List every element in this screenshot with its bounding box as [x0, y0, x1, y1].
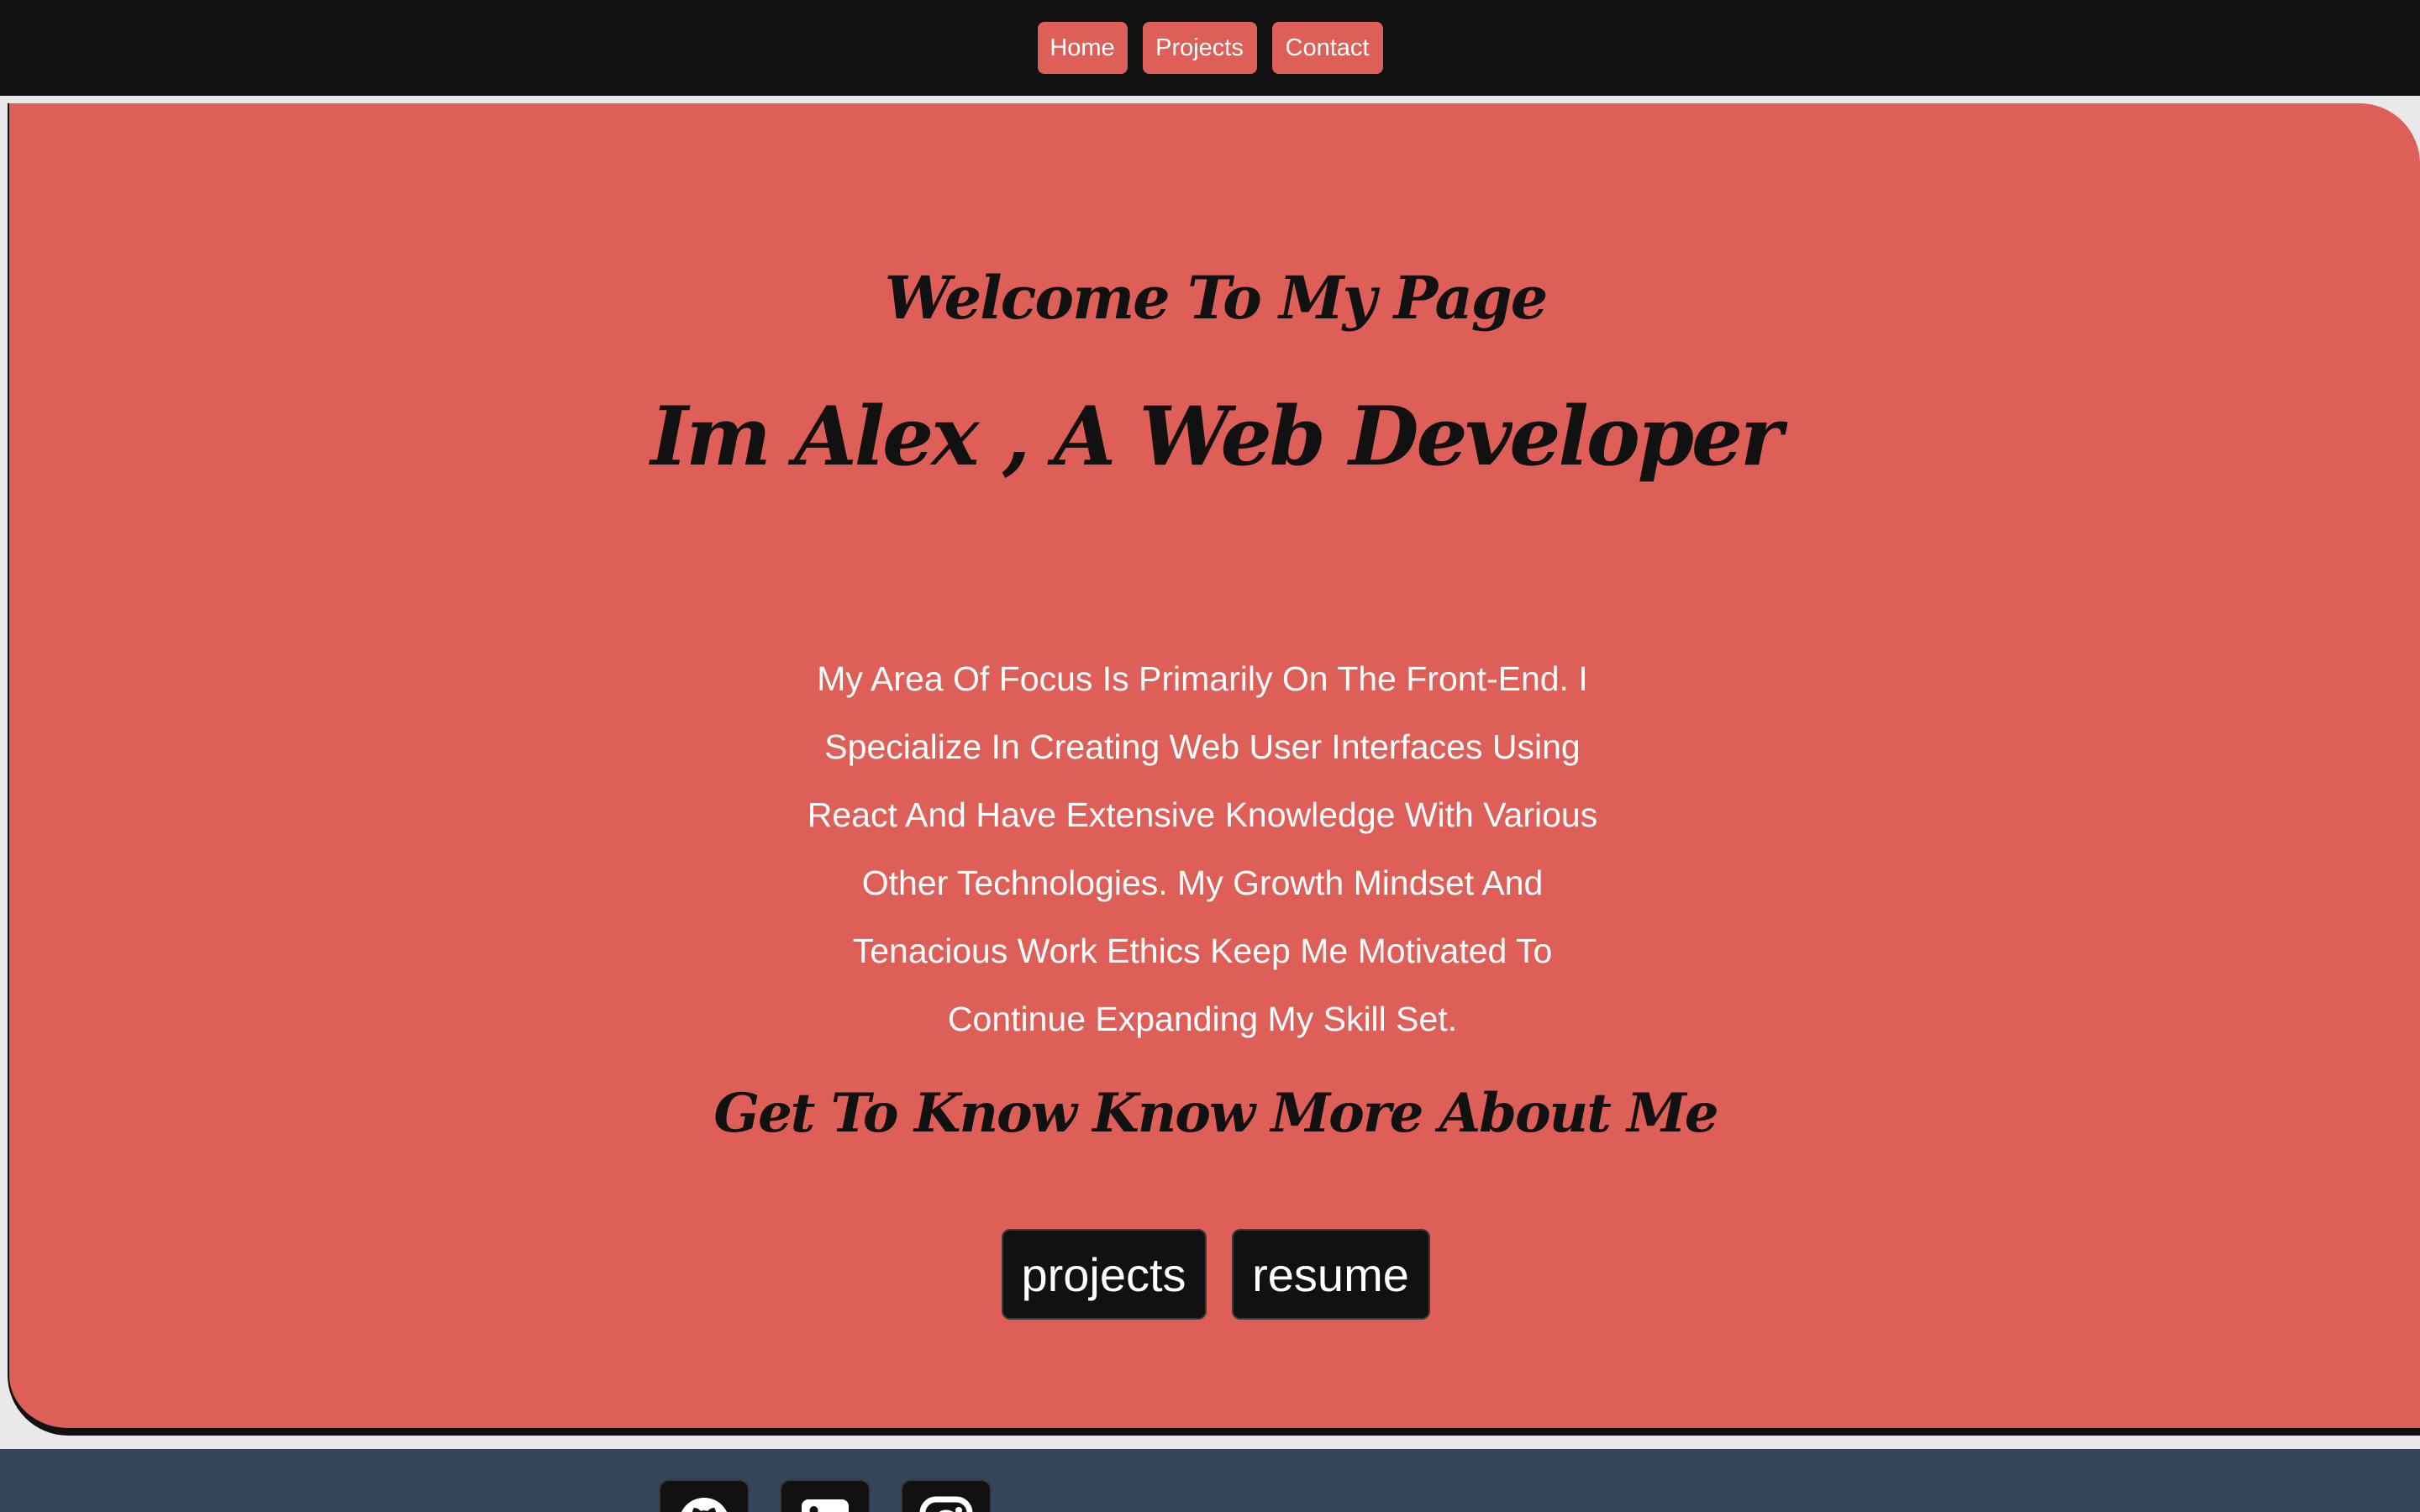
projects-button[interactable]: projects — [1001, 1229, 1207, 1320]
github-icon — [674, 1481, 734, 1512]
top-navbar: Home Projects Contact — [0, 0, 2420, 96]
instagram-link[interactable] — [901, 1479, 992, 1512]
nav-contact-button[interactable]: Contact — [1271, 22, 1383, 74]
welcome-heading: Welcome To My Page — [884, 263, 1549, 333]
nav-links: Home Projects Contact — [1037, 22, 1383, 74]
social-links — [659, 1479, 992, 1512]
nav-home-button[interactable]: Home — [1037, 22, 1128, 74]
instagram-icon — [916, 1481, 976, 1512]
linkedin-icon — [795, 1481, 855, 1512]
hero-section: Welcome To My Page Im Alex , A Web Devel… — [8, 103, 2420, 1436]
know-more-heading: Get To Know Know More About Me — [713, 1082, 1718, 1145]
github-link[interactable] — [659, 1479, 750, 1512]
linkedin-link[interactable] — [780, 1479, 871, 1512]
cta-buttons: projects resume — [9, 1229, 2420, 1320]
bio-paragraph: My Area Of Focus Is Primarily On The Fro… — [807, 659, 1598, 1038]
nav-projects-button[interactable]: Projects — [1142, 22, 1257, 74]
resume-button[interactable]: resume — [1231, 1229, 1430, 1320]
hero-content: Welcome To My Page Im Alex , A Web Devel… — [9, 103, 2420, 1428]
headline: Im Alex , A Web Developer — [650, 389, 1782, 484]
footer — [0, 1449, 2420, 1512]
